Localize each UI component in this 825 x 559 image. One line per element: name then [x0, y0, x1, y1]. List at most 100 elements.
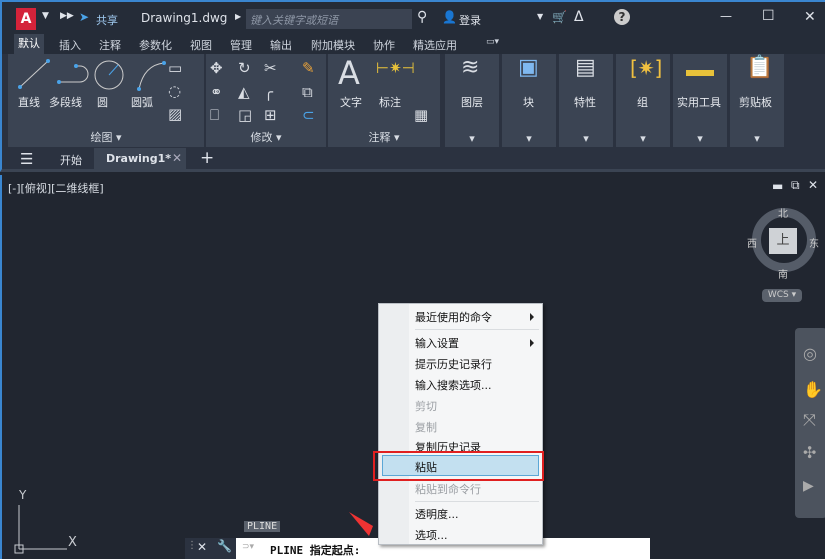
grip-icon[interactable]: ⋮ [187, 540, 197, 551]
dropdown-icon[interactable]: ▾ [445, 132, 499, 145]
maximize-button[interactable]: ☐ [762, 8, 775, 24]
tab-manage[interactable]: 管理 [230, 37, 252, 53]
ucs-x-label: X [68, 535, 77, 550]
customize-wrench-icon[interactable]: 🔧 [217, 539, 232, 553]
menu-item-paste-to-command-line[interactable]: 粘贴到命令行 [415, 481, 481, 497]
dropdown-icon[interactable]: ▾ [730, 132, 784, 145]
tab-parametric[interactable]: 参数化 [139, 37, 172, 53]
quick-access-expand-icon[interactable]: ▶▶ [60, 11, 74, 21]
dropdown-icon[interactable]: ▾ [673, 132, 727, 145]
help-icon[interactable]: ? [614, 9, 630, 25]
tab-collaborate[interactable]: 协作 [373, 37, 395, 53]
hamburger-menu-icon[interactable]: ☰ [20, 150, 33, 168]
menu-item-prompt-history[interactable]: 提示历史记录行 [415, 356, 492, 372]
dropdown-icon[interactable]: ▾ [502, 132, 556, 145]
array-icon[interactable]: ⊞ [264, 107, 277, 123]
polyline-button[interactable]: 多段线 [49, 94, 82, 110]
autodesk-app-icon[interactable]: Δ [574, 9, 584, 25]
share-button[interactable]: 共享 [96, 12, 118, 28]
ellipse-icon[interactable]: ◌ [168, 83, 181, 99]
mirror-icon[interactable]: ◭ [238, 84, 250, 100]
rotate-icon[interactable]: ↻ [238, 60, 251, 76]
copy-icon[interactable]: ⚭ [210, 84, 223, 100]
menu-item-copy[interactable]: 复制 [415, 419, 437, 435]
tab-start[interactable]: 开始 [60, 152, 82, 168]
showmotion-icon[interactable]: ▶ [803, 478, 814, 494]
erase-icon[interactable]: ✎ [302, 60, 315, 76]
close-button[interactable]: ✕ [804, 9, 816, 25]
wcs-menu[interactable]: WCS ▾ [762, 289, 802, 302]
panel-clipboard[interactable]: 📋 剪贴板 ▾ [730, 54, 784, 147]
app-logo[interactable]: A [16, 8, 36, 30]
tab-featured-apps[interactable]: 精选应用 [413, 37, 457, 53]
viewport-restore[interactable]: ⧉ [791, 178, 800, 193]
close-tab-icon[interactable]: ✕ [172, 151, 182, 165]
dimension-button[interactable]: 标注 [379, 94, 401, 110]
tab-drawing1[interactable]: Drawing1* ✕ [94, 148, 186, 169]
panel-group[interactable]: [✷] 组 ▾ [616, 54, 670, 147]
tab-output[interactable]: 输出 [270, 37, 292, 53]
compass-west[interactable]: 西 [747, 235, 757, 250]
draw-panel-label[interactable]: 绘图 ▾ [8, 129, 204, 145]
stretch-icon[interactable]: ⎕ [210, 107, 219, 123]
pan-icon[interactable]: ✋ [803, 380, 823, 399]
menu-item-input-search-options[interactable]: 输入搜索选项... [415, 377, 492, 393]
text-icon[interactable]: A [338, 56, 360, 90]
tab-annotate[interactable]: 注释 [99, 37, 121, 53]
panel-properties[interactable]: ▤ 特性 ▾ [559, 54, 613, 147]
tab-addins[interactable]: 附加模块 [311, 37, 355, 53]
table-icon[interactable]: ▦ [414, 107, 428, 123]
search-icon[interactable]: ⚲ [417, 9, 427, 25]
arc-button[interactable]: 圆弧 [131, 94, 153, 110]
zoom-extents-icon[interactable]: ⤧ [803, 410, 816, 430]
line-button[interactable]: 直线 [18, 94, 40, 110]
hatch-icon[interactable]: ▨ [168, 106, 182, 122]
compass-east[interactable]: 东 [809, 235, 819, 250]
menu-item-recent-commands[interactable]: 最近使用的命令 [415, 309, 492, 325]
ribbon-display-toggle[interactable]: ▭▾ [486, 37, 499, 47]
viewport-controls[interactable]: [-][俯视][二维线框] [8, 180, 104, 196]
recent-commands-icon[interactable]: ⊃▾ [242, 542, 254, 552]
panel-block[interactable]: ▣ 块 ▾ [502, 54, 556, 147]
orbit-icon[interactable]: ✣ [803, 443, 816, 462]
annotate-panel-label[interactable]: 注释 ▾ [328, 129, 440, 145]
move-icon[interactable]: ✥ [210, 60, 223, 76]
submenu-arrow-icon [530, 339, 534, 347]
close-command-line-icon[interactable]: ✕ [197, 540, 207, 554]
viewcube-top[interactable]: 上 [769, 228, 797, 254]
minimize-button[interactable]: — [720, 9, 732, 23]
text-button[interactable]: 文字 [340, 94, 362, 110]
cart-icon[interactable]: 🛒 [552, 10, 567, 24]
login-button[interactable]: 登录 [459, 12, 481, 28]
tab-insert[interactable]: 插入 [59, 37, 81, 53]
steering-wheel-icon[interactable]: ◎ [803, 344, 817, 363]
panel-utilities[interactable]: 实用工具 ▾ [673, 54, 727, 147]
dropdown-icon[interactable]: ▾ [616, 132, 670, 145]
menu-item-input-settings[interactable]: 输入设置 [415, 335, 459, 351]
fillet-icon[interactable]: ╭ [264, 84, 273, 100]
circle-button[interactable]: 圆 [97, 94, 108, 110]
viewport-minimize[interactable]: ▬ [772, 179, 783, 193]
dropdown-icon[interactable]: ▾ [559, 132, 613, 145]
menu-item-transparency[interactable]: 透明度... [415, 506, 459, 522]
panel-layers[interactable]: ≋ 图层 ▾ [445, 54, 499, 147]
new-tab-button[interactable]: + [200, 148, 214, 168]
scale-icon[interactable]: ◲ [238, 107, 252, 123]
viewport-close[interactable]: ✕ [808, 178, 818, 192]
compass-south[interactable]: 南 [778, 266, 788, 281]
explode-icon[interactable]: ⧉ [302, 84, 313, 100]
search-input[interactable]: 键入关键字或短语 [246, 9, 412, 29]
tab-view[interactable]: 视图 [190, 37, 212, 53]
compass-north[interactable]: 北 [778, 205, 788, 220]
app-menu-dropdown-icon[interactable]: ▼ [42, 11, 49, 21]
offset-icon[interactable]: ⊂ [302, 107, 315, 123]
menu-item-options[interactable]: 选项... [415, 527, 448, 543]
menu-item-cut[interactable]: 剪切 [415, 398, 437, 414]
share-icon[interactable]: ➤ [79, 10, 89, 24]
dropdown-icon[interactable]: ▼ [537, 12, 543, 21]
rectangle-icon[interactable]: ▭ [168, 60, 182, 76]
tab-default[interactable]: 默认 [14, 34, 44, 54]
trim-icon[interactable]: ✂ [264, 60, 277, 76]
modify-panel-label[interactable]: 修改 ▾ [206, 129, 326, 145]
dimension-icon[interactable]: ⊢✷⊣ [376, 60, 415, 76]
